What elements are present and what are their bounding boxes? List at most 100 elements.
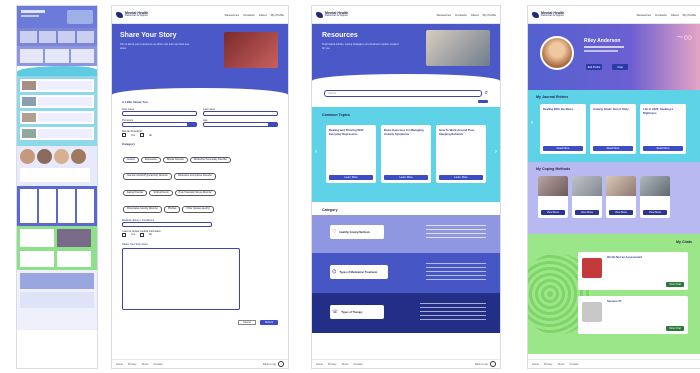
brand-logo[interactable]: Mental Health Resources & Support (116, 11, 148, 18)
nav-item-profile[interactable]: My Profile (483, 13, 496, 17)
nav-item-resources[interactable]: Resources (637, 13, 651, 17)
nav-item-contacts[interactable]: Contacts (243, 13, 255, 17)
view-more-button[interactable]: View More (643, 210, 667, 215)
hero-photo (224, 32, 278, 68)
profile-page: Mental Health Resources & Support Resour… (528, 6, 700, 368)
footer-link-home[interactable]: Home (316, 363, 323, 366)
search-icon[interactable]: ⌕ (485, 90, 488, 97)
view-more-button[interactable]: View More (609, 210, 633, 215)
chip-depression[interactable]: Depression (140, 157, 161, 164)
topic-card[interactable]: How To Work Around Poor Sleeping Behavio… (436, 125, 486, 183)
read-more-button[interactable]: Read More (593, 146, 633, 151)
view-more-button[interactable]: View More (575, 210, 599, 215)
carousel-prev-icon[interactable]: ‹ (531, 120, 533, 126)
chip-ocd[interactable]: Obsessive-Compulsive Disorder (173, 173, 217, 180)
footer-link-privacy[interactable]: Privacy (128, 363, 137, 366)
yes-checkbox[interactable] (122, 133, 126, 137)
read-more-button[interactable]: Read More (643, 146, 683, 151)
chip-adhd[interactable]: Attention-Deficit/Hyperactivity Disorder (123, 173, 172, 180)
nav-item-about[interactable]: About (671, 13, 679, 17)
footer-link-home[interactable]: Home (116, 363, 123, 366)
footer-link-contact[interactable]: Contact (354, 363, 363, 366)
chip-schizophrenia[interactable]: Schizophrenia (149, 189, 173, 197)
footer-link-privacy[interactable]: Privacy (328, 363, 337, 366)
learn-more-button[interactable]: Learn More (384, 175, 428, 180)
chip-eating[interactable]: Eating Disorder (123, 189, 148, 197)
footer-link-terms[interactable]: Terms (557, 363, 564, 366)
coping-card[interactable]: View More (606, 176, 636, 218)
nav-item-resources[interactable]: Resources (225, 13, 239, 17)
footer-link-contact[interactable]: Contact (570, 363, 579, 366)
pronouns-select[interactable] (122, 122, 197, 127)
chat-card[interactable]: Oh No Not an Assessment View Chat (578, 252, 688, 290)
nav-item-resources[interactable]: Resources (437, 13, 451, 17)
category-medication[interactable]: ⌬ Types of Medication Treatment (312, 253, 500, 293)
footer-link-terms[interactable]: Terms (341, 363, 348, 366)
chip-phobias[interactable]: Phobias (163, 206, 181, 213)
submit-button[interactable]: Submit (260, 319, 278, 325)
nav-item-profile[interactable]: My Profile (683, 13, 696, 17)
category-label: Healthy Coping Methods (339, 230, 370, 234)
search-input[interactable]: Search (324, 90, 482, 97)
info-no-checkbox[interactable] (139, 232, 144, 237)
story-textarea[interactable] (122, 247, 240, 310)
footer: Home Privacy Terms Contact Back to top ↑ (112, 359, 288, 368)
chat-button[interactable]: Chat (612, 64, 628, 70)
footer-link-privacy[interactable]: Privacy (544, 363, 553, 366)
category-coping[interactable]: ♡ Healthy Coping Methods (312, 215, 500, 253)
cancel-button[interactable]: Cancel (238, 319, 256, 325)
coping-card[interactable]: View More (640, 176, 670, 218)
nav-item-about[interactable]: About (259, 13, 267, 17)
thumb-people (17, 146, 97, 186)
view-more-button[interactable]: View More (541, 210, 565, 215)
chip-bpd[interactable]: Borderline Personality Disorder (190, 157, 232, 164)
carousel-prev-icon[interactable]: ‹ (315, 149, 317, 155)
coping-card[interactable]: View More (572, 176, 602, 218)
footer-link-terms[interactable]: Terms (141, 363, 148, 366)
read-more-button[interactable]: Read More (543, 146, 583, 151)
coping-card[interactable]: View More (538, 176, 568, 218)
screenshot-stage: Mental Health Resources & Support Resour… (0, 0, 700, 373)
topic-card[interactable]: Basic Exercises for Managing Anxiety Sym… (381, 125, 431, 183)
nav-item-contacts[interactable]: Contacts (655, 13, 667, 17)
chip-bipolar[interactable]: Bipolar Disorder (162, 157, 189, 164)
no-checkbox[interactable] (139, 133, 144, 137)
category-therapy[interactable]: ☏ Types of Therapy (312, 293, 500, 333)
chip-anxiety[interactable]: Anxiety (123, 157, 139, 164)
journal-entry-title: Dealing With the Blues (543, 107, 574, 111)
nav-item-contacts[interactable]: Contacts (455, 13, 467, 17)
age-select[interactable] (203, 122, 278, 127)
last-name-field[interactable] (203, 111, 278, 116)
chat-card[interactable]: Session #7 View Chat (578, 296, 688, 334)
carousel-next-icon[interactable]: › (495, 149, 497, 155)
chip-other[interactable]: Other (please specify) (182, 206, 214, 213)
view-chat-button[interactable]: View Chat (666, 282, 684, 287)
topic-card[interactable]: Dealing and Thriving With Everyday Depre… (326, 125, 376, 183)
journal-card[interactable]: Anxiety Scale: Out of Sixty Read More (590, 104, 636, 154)
edit-profile-button[interactable]: Edit Profile (586, 64, 602, 70)
journal-card[interactable]: Dealing With the Blues Read More (540, 104, 586, 154)
info-yes-checkbox[interactable] (122, 232, 126, 237)
arrow-up-icon[interactable]: ↑ (278, 361, 284, 367)
nav-item-profile[interactable]: My Profile (271, 13, 284, 17)
brand-logo[interactable]: Mental Health Resources & Support (316, 11, 348, 18)
learn-more-button[interactable]: Learn More (439, 175, 483, 180)
thumb-cards (17, 186, 97, 226)
category-chips: Anxiety Depression Bipolar Disorder Borderl… (122, 148, 242, 214)
first-name-field[interactable] (122, 111, 197, 116)
learn-more-button[interactable]: Learn More (329, 175, 373, 180)
top-nav: Mental Health Resources & Support Resour… (528, 6, 700, 24)
footer-link-contact[interactable]: Contact (154, 363, 163, 366)
arrow-up-icon[interactable]: ↑ (490, 361, 496, 367)
search-button[interactable] (478, 100, 488, 103)
journal-card[interactable]: Life in 2023: Seeking a Rightness Read M… (640, 104, 686, 154)
footer-link-home[interactable]: Home (532, 363, 539, 366)
chip-ptsd[interactable]: Post-Traumatic Stress Disorder (174, 189, 216, 197)
nav-item-about[interactable]: About (471, 13, 479, 17)
medical-field[interactable] (122, 221, 212, 227)
chip-did[interactable]: Dissociative Identity Disorder (123, 206, 162, 213)
info-yes-label: Yes (131, 233, 135, 237)
brand-logo[interactable]: Mental Health Resources & Support (532, 11, 564, 18)
view-chat-button[interactable]: View Chat (666, 326, 684, 331)
hero-photo (426, 30, 490, 66)
